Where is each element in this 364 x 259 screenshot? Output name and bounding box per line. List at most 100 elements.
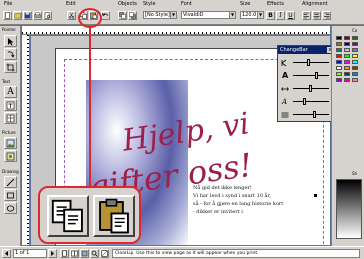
page-indicator-field[interactable]: 1 of 1 (13, 249, 47, 258)
status-message: ClearLip. Use this to view page as it wi… (112, 249, 360, 258)
color-swatch-grid (336, 36, 364, 146)
color-swatch[interactable] (336, 60, 342, 64)
text-tool[interactable]: A (4, 86, 17, 98)
view-single-page-button[interactable] (60, 249, 69, 258)
body-line: - dikker er invitert i (193, 209, 243, 215)
font-size-slider[interactable] (293, 72, 329, 79)
color-swatch[interactable] (352, 72, 358, 76)
body-line: Vi har levd i synd i snart 10 år, (193, 193, 271, 199)
new-file-button[interactable] (3, 11, 12, 20)
line-spacing-slider[interactable] (293, 111, 329, 118)
color-swatch[interactable] (344, 36, 350, 40)
layers-back-icon (129, 12, 136, 19)
color-swatch[interactable] (344, 42, 350, 46)
body-line: Nå gid det ikke lenger! (193, 185, 252, 191)
color-swatch[interactable] (336, 66, 342, 70)
picture-frame-tool[interactable] (4, 137, 17, 149)
frame-handle[interactable] (314, 194, 317, 197)
pagemaker-window: File Edit Objects Style Font Size Effect… (0, 0, 364, 259)
whole-page-icon (81, 250, 88, 257)
text-frame-tool[interactable] (4, 99, 17, 111)
magnifier-icon (91, 250, 98, 257)
color-swatch[interactable] (336, 36, 342, 40)
previous-page-button[interactable] (2, 249, 11, 258)
color-swatch[interactable] (344, 66, 350, 70)
changebar-row[interactable]: A (281, 97, 331, 107)
facing-pages-icon (71, 250, 78, 257)
color-swatch[interactable] (344, 48, 350, 52)
kerning-slider[interactable] (293, 59, 329, 66)
print-button[interactable] (33, 11, 42, 20)
alignment-group-label: Alignment (302, 1, 328, 7)
open-file-button[interactable] (13, 11, 22, 20)
bring-forward-button[interactable] (118, 11, 127, 20)
crop-tool[interactable] (4, 61, 17, 73)
rectangle-tool[interactable] (4, 189, 17, 201)
font-group-label: Font (181, 1, 192, 7)
color-swatch[interactable] (352, 78, 358, 82)
triangle-right-icon (51, 251, 54, 256)
print-preview-button[interactable] (43, 11, 52, 20)
paste-icon (99, 198, 129, 234)
color-swatch[interactable] (344, 72, 350, 76)
pointer-tool[interactable] (4, 35, 17, 47)
italic-button[interactable]: I (276, 11, 285, 20)
image-placeholder-tool[interactable] (4, 150, 17, 162)
color-swatch[interactable] (344, 54, 350, 58)
new-file-icon (5, 12, 10, 19)
open-folder-icon (14, 13, 21, 19)
color-swatch[interactable] (352, 54, 358, 58)
style-select[interactable]: [No Style] ▼ (143, 11, 177, 19)
changebar-titlebar[interactable]: ChangeBar x (278, 46, 334, 54)
rotate-tool[interactable] (4, 48, 17, 60)
bold-button[interactable]: B (266, 11, 275, 20)
cut-button[interactable] (67, 11, 76, 20)
triangle-left-icon (5, 251, 8, 256)
color-swatch[interactable] (344, 78, 350, 82)
color-swatch[interactable] (352, 48, 358, 52)
toolbox-panel: Pointer Text A Picture Drawing (0, 26, 21, 246)
ellipse-tool[interactable] (4, 202, 17, 214)
color-swatch[interactable] (336, 54, 342, 58)
font-select[interactable]: VivaldiD ▼ (181, 11, 236, 19)
color-swatch[interactable] (336, 72, 342, 76)
slant-slider[interactable] (293, 98, 329, 105)
color-swatch[interactable] (336, 48, 342, 52)
zoom-button[interactable] (90, 249, 99, 258)
undo-button[interactable] (101, 11, 110, 20)
style-select-value: [No Style] (145, 12, 170, 18)
clear-view-button[interactable] (100, 249, 109, 258)
align-left-button[interactable] (302, 11, 311, 20)
table-tool[interactable] (4, 112, 17, 124)
align-center-button[interactable] (312, 11, 321, 20)
align-center-icon (313, 12, 320, 19)
next-page-button[interactable] (48, 249, 57, 258)
shades-gradient[interactable] (336, 179, 362, 239)
color-swatch[interactable] (344, 60, 350, 64)
color-swatch[interactable] (352, 60, 358, 64)
changebar-row[interactable] (281, 110, 331, 120)
underline-button[interactable]: U (286, 11, 295, 20)
body-text-frame[interactable]: Nå gid det ikke lenger! Vi har levd i sy… (193, 185, 313, 225)
view-whole-page-button[interactable] (80, 249, 89, 258)
size-select[interactable]: 120.0 ▼ (240, 11, 264, 19)
changebar-row[interactable] (281, 58, 331, 68)
send-backward-button[interactable] (128, 11, 137, 20)
horizontal-ruler (22, 26, 330, 35)
color-swatch[interactable] (352, 36, 358, 40)
line-tool[interactable] (4, 176, 17, 188)
color-swatch[interactable] (352, 66, 358, 70)
chevron-down-icon: ▼ (170, 12, 176, 18)
color-swatch[interactable] (336, 78, 342, 82)
changebar-row[interactable]: A (281, 71, 331, 81)
save-button[interactable] (23, 11, 32, 20)
table-icon (6, 114, 15, 122)
magnified-copy-button[interactable] (47, 195, 89, 237)
color-swatch[interactable] (336, 42, 342, 46)
color-swatch[interactable] (352, 42, 358, 46)
changebar-row[interactable] (281, 84, 331, 94)
align-right-button[interactable] (322, 11, 331, 20)
magnified-paste-button[interactable] (93, 195, 135, 237)
view-facing-pages-button[interactable] (70, 249, 79, 258)
width-slider[interactable] (293, 85, 329, 92)
